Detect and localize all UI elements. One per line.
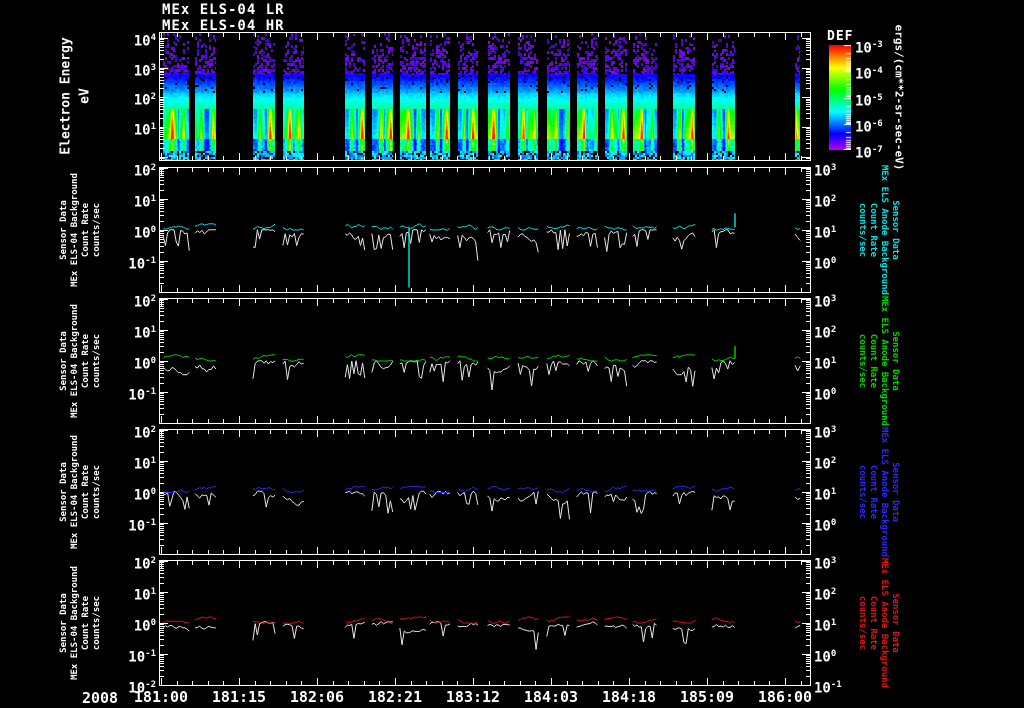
y-tick-label: 102 bbox=[133, 92, 156, 110]
y-tick-label: 104 bbox=[133, 33, 156, 50]
y-tick-label: 101 bbox=[133, 325, 156, 342]
y-tick-label: 100 bbox=[133, 487, 156, 504]
panel-left-axis-label: Sensor Data MEx ELS-04 Background Count … bbox=[59, 304, 102, 418]
colorbar-tick-label: 10-4 bbox=[855, 66, 883, 83]
panel-left-axis-label: Sensor Data MEx ELS-04 Background Count … bbox=[59, 566, 102, 680]
colorbar-tick-label: 10-6 bbox=[855, 118, 883, 136]
y-tick-label: 100 bbox=[133, 618, 156, 635]
y-tick-label: 101 bbox=[133, 122, 156, 139]
y-tick-label: 101 bbox=[133, 194, 156, 211]
colorbar bbox=[829, 45, 851, 150]
colorbar-tick-label: 10-3 bbox=[855, 40, 883, 57]
count-rate-panel-1 bbox=[159, 167, 811, 293]
y-tick-label: 10-1 bbox=[128, 256, 156, 273]
x-tick-label: 181:00 bbox=[133, 688, 189, 706]
panel-left-axis-label: Sensor Data MEx ELS-04 Background Count … bbox=[59, 173, 102, 287]
y-tick-label: 102 bbox=[133, 556, 156, 573]
count-rate-panel-2 bbox=[159, 298, 811, 424]
count-rate-panel-3 bbox=[159, 429, 811, 555]
y-tick-label: 10-1 bbox=[128, 649, 156, 666]
x-tick-label: 184:03 bbox=[523, 688, 579, 706]
y-tick-label: 100 bbox=[133, 356, 156, 373]
y-tick-label: 100 bbox=[133, 225, 156, 242]
count-rate-panel-4 bbox=[159, 560, 811, 686]
y-tick-label: 102 bbox=[133, 163, 156, 180]
count-rate-canvas-1 bbox=[160, 168, 810, 292]
x-tick-label: 182:06 bbox=[289, 688, 345, 706]
x-tick-label: 184:18 bbox=[601, 688, 657, 706]
x-tick-label: 186:00 bbox=[757, 688, 813, 706]
y-tick-label: 101 bbox=[133, 456, 156, 473]
mex-els-figure: MEx ELS-04 LR MEx ELS-04 HR Electron Ene… bbox=[0, 0, 1024, 708]
x-tick-label: 181:15 bbox=[211, 688, 267, 706]
count-rate-canvas-4 bbox=[160, 561, 810, 685]
y-tick-label: 10-1 bbox=[128, 518, 156, 535]
count-rate-canvas-2 bbox=[160, 299, 810, 423]
count-rate-canvas-3 bbox=[160, 430, 810, 554]
y-tick-label: 10-1 bbox=[128, 387, 156, 404]
y-tick-label: 103 bbox=[133, 62, 156, 80]
colorbar-title: DEF bbox=[827, 29, 854, 44]
x-tick-label: 185:09 bbox=[679, 688, 735, 706]
spectrogram-canvas bbox=[160, 33, 810, 160]
y-tick-label: 101 bbox=[133, 587, 156, 604]
panel-left-axis-label: Sensor Data MEx ELS-04 Background Count … bbox=[59, 435, 102, 549]
x-tick-label: 183:12 bbox=[445, 688, 501, 706]
spectrogram-panel bbox=[159, 32, 811, 161]
panel-right-axis-label: Sensor Data MEx ELS Anode Background Cou… bbox=[857, 557, 900, 689]
colorbar-tick-label: 10-5 bbox=[855, 92, 883, 110]
x-tick-label: 182:21 bbox=[367, 688, 423, 706]
y-tick-label: 102 bbox=[133, 425, 156, 442]
y-tick-label: 102 bbox=[133, 294, 156, 311]
plot-title-lr: MEx ELS-04 LR bbox=[162, 2, 285, 18]
